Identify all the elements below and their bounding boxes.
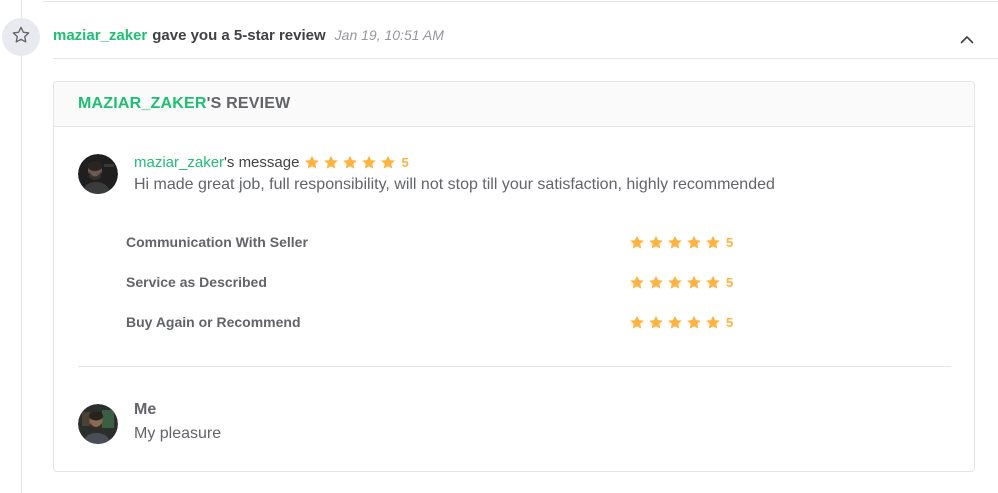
star-icon [704, 314, 722, 331]
message-star-rating [303, 154, 398, 171]
message-heading: maziar_zaker 's message 5 [134, 152, 409, 172]
review-notification: maziar_zaker gave you a 5-star review Ja… [0, 0, 998, 493]
rating-value: 5 [726, 234, 734, 250]
event-username-link[interactable]: maziar_zaker [53, 27, 147, 44]
star-icon [685, 274, 703, 291]
star-icon [647, 234, 665, 251]
message-suffix: 's message [224, 153, 300, 171]
review-card-header: MAZIAR_ZAKER 'S REVIEW [54, 82, 974, 127]
star-icon [666, 234, 684, 251]
review-card: MAZIAR_ZAKER 'S REVIEW maziar_zaker 's m… [53, 81, 975, 472]
seller-avatar[interactable] [78, 404, 118, 444]
star-icon [685, 314, 703, 331]
star-icon [647, 274, 665, 291]
star-icon [647, 314, 665, 331]
star-icon [685, 234, 703, 251]
star-icon [704, 274, 722, 291]
star-icon [303, 154, 321, 171]
reply-text: My pleasure [134, 425, 222, 442]
rating-value: 5 [726, 314, 734, 330]
star-icon [628, 234, 646, 251]
event-icon-badge [2, 18, 40, 56]
chevron-up-icon [960, 31, 974, 49]
rating-label: Service as Described [126, 274, 267, 290]
star-outline-icon [11, 25, 31, 50]
message-rating-value: 5 [401, 154, 409, 170]
rating-row-communication: Communication With Seller 5 [126, 232, 746, 252]
event-header: maziar_zaker gave you a 5-star review Ja… [53, 27, 444, 49]
event-timestamp: Jan 19, 10:51 AM [334, 27, 444, 43]
star-icon [628, 314, 646, 331]
message-username-link[interactable]: maziar_zaker [134, 154, 224, 171]
review-header-suffix: 'S REVIEW [206, 95, 291, 112]
rating-label: Buy Again or Recommend [126, 314, 301, 330]
rating-row-recommend: Buy Again or Recommend 5 [126, 312, 746, 332]
header-divider [53, 58, 998, 59]
rating-stars [628, 314, 723, 331]
rating-row-service: Service as Described 5 [126, 272, 746, 292]
star-icon [360, 154, 378, 171]
timeline-line [21, 0, 22, 493]
star-icon [628, 274, 646, 291]
star-icon [666, 274, 684, 291]
event-text: gave you a 5-star review [152, 27, 326, 44]
top-divider [43, 1, 998, 2]
rating-value: 5 [726, 274, 734, 290]
star-icon [704, 234, 722, 251]
card-divider [78, 366, 951, 367]
star-icon [666, 314, 684, 331]
buyer-avatar[interactable] [78, 154, 118, 194]
star-icon [379, 154, 397, 171]
star-icon [341, 154, 359, 171]
rating-label: Communication With Seller [126, 234, 308, 250]
review-header-username: MAZIAR_ZAKER [78, 95, 207, 112]
reply-author: Me [134, 401, 157, 418]
rating-stars [628, 274, 723, 291]
rating-stars [628, 234, 723, 251]
review-message-text: Hi made great job, full responsibility, … [134, 176, 775, 193]
star-icon [322, 154, 340, 171]
collapse-button[interactable] [957, 32, 977, 48]
